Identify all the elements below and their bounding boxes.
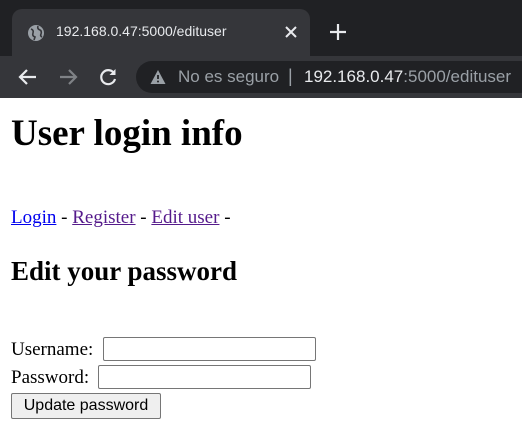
url-host: 192.168.0.47 <box>304 67 404 86</box>
new-tab-icon[interactable] <box>328 22 348 42</box>
close-tab-icon[interactable] <box>282 23 300 41</box>
back-arrow-icon[interactable] <box>17 66 39 88</box>
tab-title: 192.168.0.47:5000/edituser <box>56 23 227 39</box>
page-title: User login info <box>11 113 243 154</box>
username-input[interactable] <box>103 337 316 361</box>
warning-icon[interactable] <box>150 69 166 85</box>
nav-links: Login - Register - Edit user - <box>11 206 231 230</box>
nav-separator: - <box>140 207 147 228</box>
omnibox-separator: | <box>288 66 293 86</box>
not-secure-label[interactable]: No es seguro <box>178 67 279 87</box>
password-row: Password: <box>11 365 311 390</box>
url-text[interactable]: 192.168.0.47:5000/edituser <box>304 67 511 87</box>
globe-icon <box>28 25 44 41</box>
url-path: :5000/edituser <box>403 67 512 86</box>
browser-tabstrip: 192.168.0.47:5000/edituser <box>0 0 522 56</box>
login-link[interactable]: Login <box>11 207 56 228</box>
edit-user-link[interactable]: Edit user <box>151 207 219 228</box>
password-input[interactable] <box>98 365 311 389</box>
nav-separator: - <box>61 207 68 228</box>
nav-separator: - <box>224 207 231 228</box>
password-label: Password: <box>11 367 90 388</box>
section-title: Edit your password <box>11 256 238 286</box>
register-link[interactable]: Register <box>72 207 135 228</box>
update-password-button[interactable]: Update password <box>11 393 161 419</box>
address-bar[interactable]: No es seguro | 192.168.0.47:5000/edituse… <box>136 61 522 93</box>
forward-arrow-icon[interactable] <box>57 66 79 88</box>
username-label: Username: <box>11 339 94 360</box>
username-row: Username: <box>11 337 316 362</box>
browser-toolbar: No es seguro | 192.168.0.47:5000/edituse… <box>0 56 522 98</box>
reload-icon[interactable] <box>97 66 119 88</box>
page-content: User login info Login - Register - Edit … <box>0 98 522 446</box>
browser-tab[interactable]: 192.168.0.47:5000/edituser <box>12 9 310 56</box>
